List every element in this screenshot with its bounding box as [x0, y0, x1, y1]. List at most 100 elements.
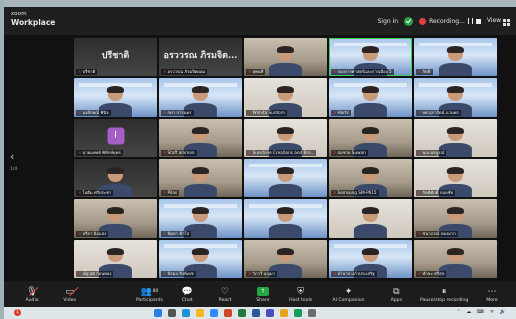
participant-name: กองการศาสตร์และการเมือง 5 — [337, 69, 392, 75]
ai-companion-button[interactable]: ✦ AI Companion — [321, 285, 377, 304]
chrome-icon[interactable] — [280, 309, 288, 317]
participant-tile[interactable]: ✕นิรมล สิงห์เดช — [159, 239, 242, 278]
participant-tile[interactable]: ✕สมชาย Suwan — [329, 118, 412, 157]
participant-tile[interactable]: ✕กดา การนคร — [159, 78, 242, 117]
muted-mic-icon: ✕ — [418, 270, 422, 276]
participant-video — [181, 166, 219, 198]
participant-name-label: ✕ปรียา นิลแสง — [76, 230, 109, 237]
participant-name: คุณ ผลบูรณ์ — [422, 149, 445, 155]
participant-tile[interactable]: อรววรณ ภิรมจิต... ✕อรววรณ ภิรมจิตผอม — [159, 38, 242, 77]
teams-icon[interactable] — [266, 309, 274, 317]
ai-companion-label: AI Companion — [332, 298, 365, 303]
participant-tile[interactable]: ✕ไอตีม ศรีประชา — [74, 158, 157, 198]
muted-mic-icon: ✕ — [333, 69, 337, 75]
react-button[interactable]: ♡ React — [207, 285, 243, 304]
participant-tile[interactable]: ✕ผศ.สุภารัตน์ นามพร — [414, 78, 497, 117]
previous-page-arrow-icon[interactable]: ‹ — [10, 150, 14, 163]
participant-tile[interactable]: I ✕นายแพทย์ พิทักษ์ยุทธ — [74, 118, 157, 157]
participant-name: ณัฐวุฒิ ก้อนทอง — [82, 270, 112, 276]
participant-tile[interactable]: ✕กองการศาสตร์และการเมือง 5 — [329, 38, 412, 77]
pause-stop-label: Pause/stop recording — [420, 298, 469, 303]
zoom-app-icon[interactable] — [210, 309, 218, 317]
participants-button[interactable]: 👥 80 Participants — [131, 285, 167, 304]
participant-tile[interactable]: ✕กิตติศักดิ์ กมลชัย — [414, 158, 497, 198]
windows-start-icon[interactable] — [154, 309, 162, 317]
view-button[interactable]: View — [487, 17, 510, 26]
participant-tile[interactable]: ปรีชาติ ✕ปรีชาติ — [74, 38, 157, 77]
participant-tile[interactable] — [329, 199, 412, 238]
participant-name: วิภาวี บุญมา — [252, 270, 275, 276]
participant-tile[interactable] — [244, 199, 327, 238]
react-label: React — [218, 298, 232, 303]
participant-tile[interactable]: ✕คุณ ผลบูรณ์ — [414, 118, 497, 157]
participant-tile[interactable]: ✕วิภาวี บุญมา — [244, 239, 327, 278]
participant-tile[interactable]: ✕Pilas — [159, 158, 242, 198]
participant-name-label: ✕ณัฐวุฒิ ก้อนทอง — [76, 270, 114, 277]
video-label: Video — [63, 298, 77, 303]
muted-mic-icon: ✕ — [248, 109, 252, 115]
participant-name-label: ✕กองการศาสตร์และการเมือง 5 — [331, 69, 394, 76]
participant-tile[interactable]: ✕ณัฐวุฒิ ก้อนทอง — [74, 239, 157, 278]
notification-badge[interactable]: 1 — [14, 309, 21, 316]
muted-mic-icon: ✕ — [418, 69, 422, 75]
host-tools-button[interactable]: ⛨ Host tools — [283, 285, 319, 304]
office-icon[interactable] — [224, 309, 232, 317]
participant-name: นิตยา ฟ้าใส — [167, 230, 190, 236]
word-icon[interactable] — [252, 309, 260, 317]
chat-button[interactable]: 💬 Chat — [169, 285, 205, 304]
participant-tile[interactable]: ✕Staff ammon — [159, 118, 242, 157]
screen: zoom Workplace Sign in Recording... View — [0, 0, 516, 319]
stop-recording-icon[interactable] — [475, 18, 481, 24]
participant-name-label: ✕นายแพทย์ พิทักษ์ยุทธ — [76, 149, 123, 156]
apps-button[interactable]: ⧉ Apps — [378, 285, 414, 304]
participant-tile[interactable]: ✕Wimita Suntorn — [244, 78, 327, 117]
participants-label: Participants — [135, 298, 163, 303]
participant-tile[interactable]: ✕อำนาจ แก้วประเสริฐ — [329, 239, 412, 278]
participant-tile[interactable]: ✕ยุพนที — [244, 38, 327, 77]
signin-button[interactable]: Sign in — [378, 18, 398, 25]
participant-name: สมชาย Suwan — [337, 149, 366, 155]
participant-name-label: ✕Harts — [331, 109, 351, 116]
pause-stop-recording-button[interactable]: ⏸ Pause/stop recording — [416, 285, 472, 304]
participant-name-label: ✕ยุพนที — [246, 69, 266, 76]
muted-mic-icon: ✕ — [248, 149, 252, 155]
line-icon[interactable] — [294, 309, 302, 317]
zoom-window: zoom Workplace Sign in Recording... View — [4, 7, 516, 307]
excel-icon[interactable] — [238, 309, 246, 317]
meeting-stage: ‹ 1/4 ปรีชาติ ✕ปรีชาติ อรววรณ ภิรมจิต... ✕อ… — [4, 35, 516, 281]
participant-tile[interactable]: ✕Sunshine Creations and Bro... — [244, 118, 327, 157]
more-button[interactable]: ⋯ More — [474, 285, 510, 304]
search-icon[interactable] — [168, 309, 176, 317]
page-indicator: 1/4 — [10, 167, 18, 172]
participant-video — [351, 206, 389, 238]
encryption-shield-icon[interactable] — [404, 16, 414, 26]
settings-icon[interactable] — [308, 309, 316, 317]
participant-name: กดา การนคร — [167, 109, 192, 115]
participant-tile[interactable]: ✕ทักษะ ศรีสุข — [414, 239, 497, 278]
participant-tile[interactable] — [244, 158, 327, 198]
edge-icon[interactable] — [182, 309, 190, 317]
muted-mic-icon: ✕ — [333, 109, 337, 115]
camera-off-icon: ▭ — [66, 285, 79, 298]
participant-name-label: ✕Samsung SM-P615 — [331, 190, 379, 197]
participant-tile[interactable]: ✕Samsung SM-P615 — [329, 158, 412, 198]
participant-name-label: ✕ทักษะ ศรีสุข — [416, 270, 447, 277]
video-button[interactable]: ▭ Video — [52, 285, 88, 303]
folder-icon[interactable] — [196, 309, 204, 317]
participant-tile[interactable]: ✕นงลักษณ์ พินิจ — [74, 78, 157, 117]
share-button[interactable]: ↑ Share — [245, 285, 281, 303]
participant-name-label: ✕Staff ammon — [161, 149, 197, 156]
system-tray-icons[interactable]: ⌃ ☁ ⌨ ᯤ 🔊 — [456, 309, 508, 315]
participant-name: ยุพนที — [252, 69, 264, 75]
audio-button[interactable]: 🎙 Audio — [14, 285, 50, 303]
participant-tile[interactable]: ✕Harts — [329, 78, 412, 117]
participant-tile[interactable]: ✕ปรียา นิลแสง — [74, 199, 157, 238]
participant-tile[interactable]: ✕กิตติ — [414, 38, 497, 77]
pause-recording-icon[interactable] — [467, 18, 473, 24]
participant-tile[interactable]: ✕ชนาภรณ์ ทองมาก — [414, 199, 497, 238]
participant-tile[interactable]: ✕นิตยา ฟ้าใส — [159, 199, 242, 238]
participant-name-label: ✕กดา การนคร — [161, 109, 194, 116]
participant-name-label: ✕ผศ.สุภารัตน์ นามพร — [416, 109, 461, 116]
participant-name-label: ✕อำนาจ แก้วประเสริฐ — [331, 270, 377, 277]
participant-avatar: I — [107, 127, 124, 145]
